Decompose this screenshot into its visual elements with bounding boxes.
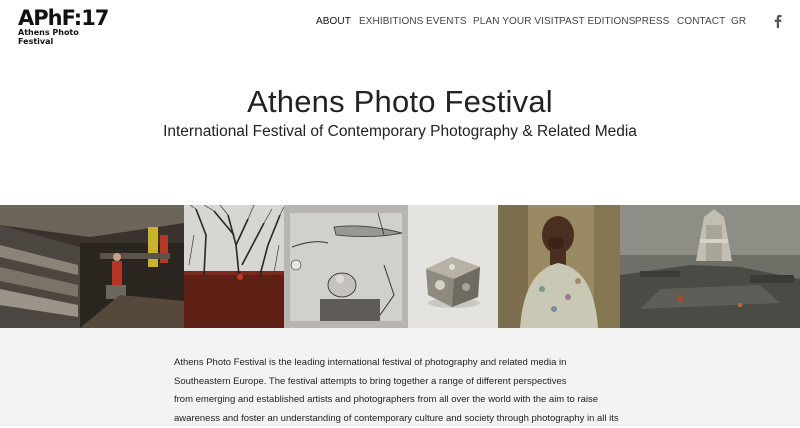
photo-gallery	[0, 205, 800, 328]
main-nav: ABOUT EXHIBITIONS EVENTS PLAN YOUR VISIT…	[0, 16, 800, 32]
hero-title: Athens Photo Festival	[0, 84, 800, 120]
hero-subtitle: International Festival of Contemporary P…	[0, 123, 800, 141]
cube-photo[interactable]	[408, 205, 498, 328]
festival-description: Athens Photo Festival is the leading int…	[174, 354, 644, 428]
facebook-icon[interactable]	[773, 14, 782, 28]
ruins-photo[interactable]	[620, 205, 800, 328]
description-line: from emerging and established artists an…	[174, 391, 644, 410]
nav-item-exhibitions[interactable]: EXHIBITIONS	[359, 16, 423, 27]
description-line: Athens Photo Festival is the leading int…	[174, 354, 644, 373]
supermarket-photo[interactable]	[0, 205, 184, 328]
nav-item-past-editions[interactable]: PAST EDITIONS	[559, 16, 636, 27]
description-line: awareness and foster an understanding of…	[174, 410, 644, 428]
nav-item-plan-your-visit[interactable]: PLAN YOUR VISIT	[473, 16, 560, 27]
nav-item-press[interactable]: PRESS	[635, 16, 669, 27]
nav-item-events[interactable]: EVENTS	[426, 16, 467, 27]
nav-item-about[interactable]: ABOUT	[316, 16, 351, 27]
nav-item-contact[interactable]: CONTACT	[677, 16, 725, 27]
drawing-photo[interactable]	[284, 205, 408, 328]
nav-item-gr[interactable]: GR	[731, 16, 746, 27]
site-header: APhF:17 Athens Photo Festival ABOUT EXHI…	[0, 0, 800, 46]
child-photo[interactable]	[498, 205, 620, 328]
description-line: Southeastern Europe. The festival attemp…	[174, 373, 644, 392]
trees-photo[interactable]	[184, 205, 284, 328]
